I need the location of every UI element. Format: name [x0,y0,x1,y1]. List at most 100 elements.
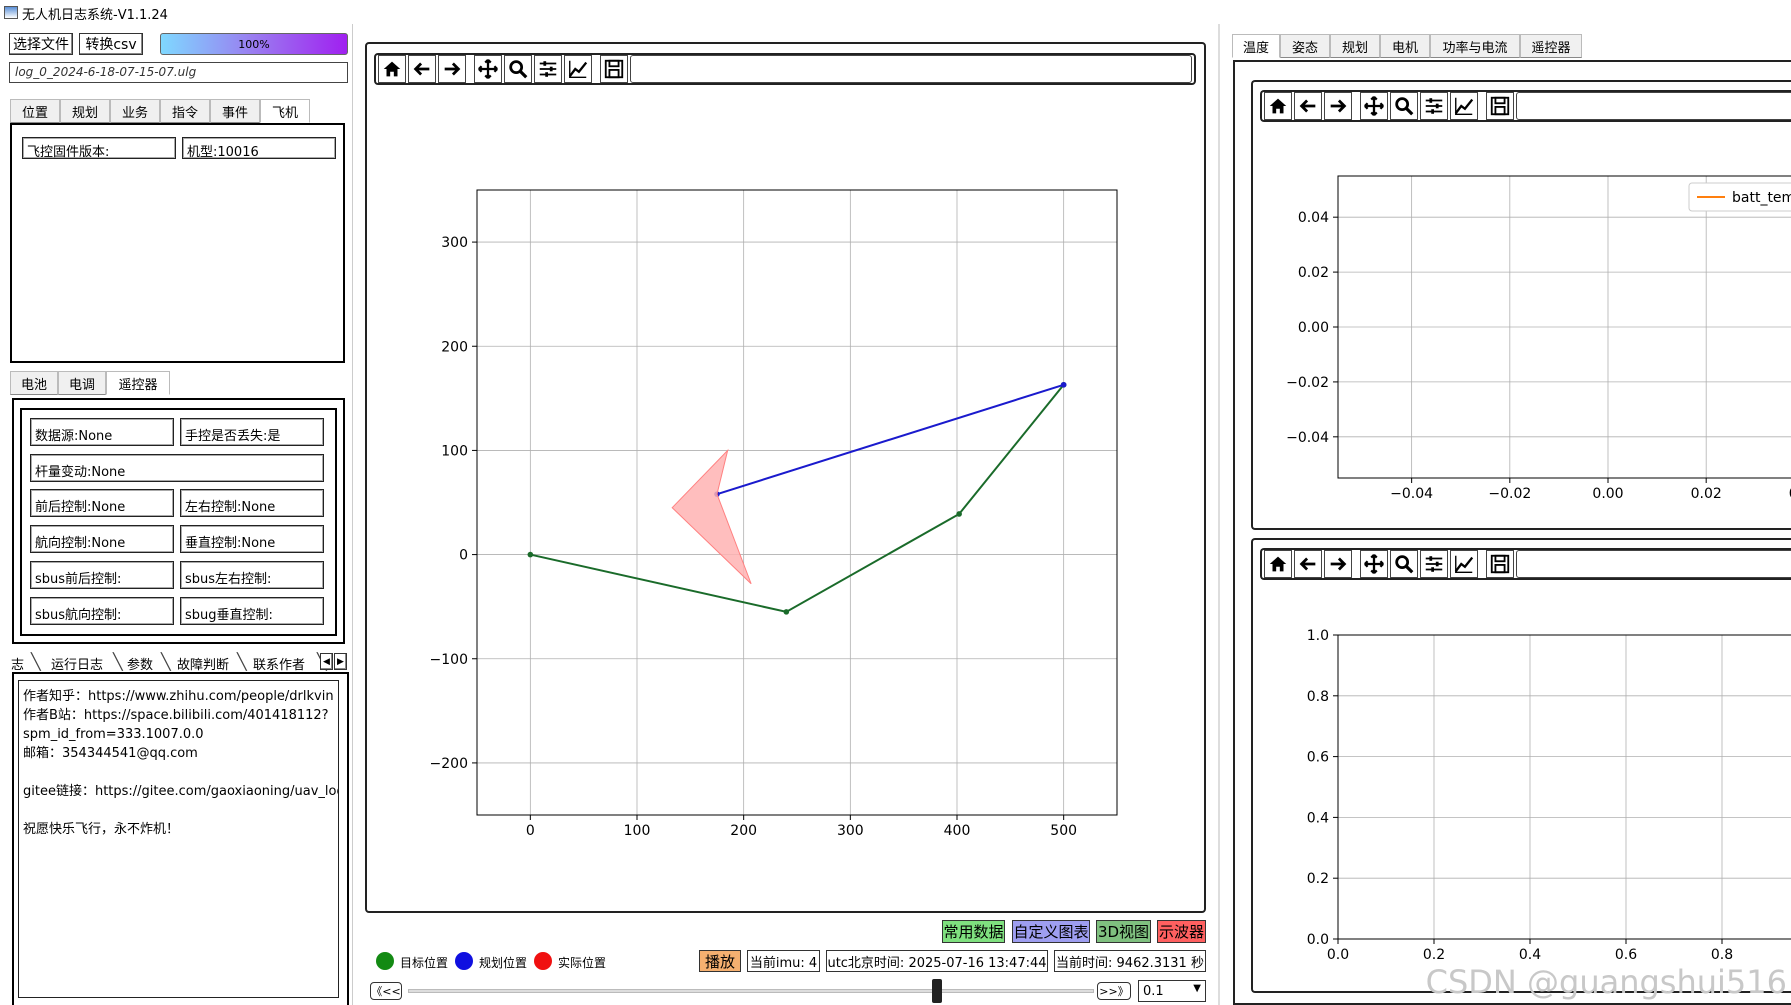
x-tick-label: −0.04 [1390,486,1433,502]
tab-power-current[interactable]: 功率与电流 [1430,34,1520,58]
model-field: 机型:10016 [182,137,336,159]
save-icon[interactable] [1486,92,1514,120]
tab-position[interactable]: 位置 [10,99,60,123]
oscilloscope-button[interactable]: 示波器 [1157,920,1206,943]
pan-icon[interactable] [1360,550,1388,578]
progress-bar: 100% [160,33,348,55]
about-line: 作者B站：https://space.bilibili.com/40141811… [23,708,329,723]
back-arrow-icon[interactable] [1294,550,1322,578]
pan-icon[interactable] [474,55,502,83]
file-path-field[interactable]: log_0_2024-6-18-07-15-07.ulg [9,62,348,83]
rc-yaw-field: 航向控制:None [30,525,174,553]
sbus-yaw-field: sbus航向控制: [30,597,174,625]
temperature-chart[interactable]: −0.04−0.020.000.020.040.040.020.00−0.02−… [1253,125,1791,528]
y-tick-label: 300 [441,235,468,251]
tab-log-partial[interactable]: 志 [11,654,24,673]
forward-arrow-icon[interactable] [1324,550,1352,578]
legend-label: batt_tem [1732,190,1791,206]
x-tick-label: −0.02 [1488,486,1531,502]
y-tick-label: 0.4 [1307,810,1329,826]
tab-plan[interactable]: 规划 [60,99,110,123]
watermark: CSDN @guangshui516 [1425,963,1787,1001]
lower-chart-toolbar [1260,548,1791,580]
toolbar-message-box [1516,550,1791,578]
x-tick-label: 0.8 [1711,947,1733,963]
timeline-handle[interactable] [932,979,942,1003]
app-icon [4,6,18,19]
zoom-icon[interactable] [504,55,532,83]
tab-scroll-right-icon[interactable]: ▶ [334,653,347,670]
save-icon[interactable] [1486,550,1514,578]
zoom-icon[interactable] [1390,550,1418,578]
y-tick-label: 0.6 [1307,750,1329,766]
forward-arrow-icon[interactable] [1324,92,1352,120]
tab-right-rc[interactable]: 遥控器 [1520,34,1582,58]
pan-icon[interactable] [1360,92,1388,120]
tab-separator-icon: ╲ [161,652,171,671]
tab-scroll-left-icon[interactable]: ◀ [320,653,333,670]
window-title: 无人机日志系统-V1.1.24 [22,8,168,23]
tab-esc[interactable]: 电调 [58,371,106,395]
tab-event[interactable]: 事件 [210,99,260,123]
forward-arrow-icon[interactable] [438,55,466,83]
tab-right-plan[interactable]: 规划 [1330,34,1380,58]
tab-command[interactable]: 指令 [160,99,210,123]
select-file-button[interactable]: 选择文件 [9,33,73,55]
3d-view-button[interactable]: 3D视图 [1096,920,1151,943]
splitter[interactable] [1218,24,1220,1005]
splitter[interactable] [352,24,353,1005]
zoom-icon[interactable] [1390,92,1418,120]
timeline-track[interactable] [408,989,1094,993]
x-tick-label: 0.4 [1519,947,1541,963]
home-icon[interactable] [378,55,406,83]
configure-icon[interactable] [1420,550,1448,578]
rc-stick-field: 杆量变动:None [30,454,324,482]
prev-frame-button[interactable]: 《<< [370,982,402,1000]
speed-value: 0.1 [1143,984,1164,999]
y-tick-label: 0 [459,548,468,564]
tab-motor[interactable]: 电机 [1380,34,1430,58]
tab-contact[interactable]: 联系作者 [253,654,305,673]
save-icon[interactable] [600,55,628,83]
next-frame-button[interactable]: >>》 [1097,982,1131,1000]
mid-tabs: 电池 电调 遥控器 [10,371,170,395]
play-button[interactable]: 播放 [699,950,741,972]
tab-temperature[interactable]: 温度 [1232,34,1280,58]
configure-icon[interactable] [534,55,562,83]
y-tick-label: 0.04 [1298,210,1329,226]
edit-curve-icon[interactable] [1450,92,1478,120]
tab-aircraft[interactable]: 飞机 [260,99,310,123]
speed-select[interactable]: 0.1 ▼ [1138,980,1206,1002]
edit-curve-icon[interactable] [1450,550,1478,578]
y-tick-label: −200 [430,756,468,772]
edit-curve-icon[interactable] [564,55,592,83]
convert-csv-button[interactable]: 转换csv [79,33,143,55]
tab-fault[interactable]: 故障判断 [177,654,229,673]
aircraft-panel: 飞控固件版本: 机型:10016 [10,123,345,363]
tab-attitude[interactable]: 姿态 [1280,34,1330,58]
tab-business[interactable]: 业务 [110,99,160,123]
y-tick-label: 0.02 [1298,265,1329,281]
y-tick-label: 1.0 [1307,628,1329,644]
x-tick-label: 100 [624,823,651,839]
tab-rc[interactable]: 遥控器 [106,371,170,395]
rc-throttle-field: 垂直控制:None [180,525,324,553]
back-arrow-icon[interactable] [408,55,436,83]
about-text[interactable]: 作者知乎：https://www.zhihu.com/people/drlkvi… [18,680,339,998]
common-data-button[interactable]: 常用数据 [942,920,1005,943]
sbus-pitch-field: sbus前后控制: [30,561,174,589]
legend-plan-dot [455,952,473,970]
tab-runtime-log[interactable]: 运行日志 [51,654,103,673]
home-icon[interactable] [1264,550,1292,578]
lower-chart[interactable]: 0.0 0.2 0.4 0.6 0.8 0.0 0.2 0.4 0.6 0.8 1.0 [1253,583,1791,991]
back-arrow-icon[interactable] [1294,92,1322,120]
trajectory-chart[interactable]: 0 100 200 300 400 500 −200 −100 0 100 200 300 [367,90,1204,910]
tab-params[interactable]: 参数 [127,654,153,673]
home-icon[interactable] [1264,92,1292,120]
legend-actual-dot [534,952,552,970]
toolbar-message-box [1516,92,1791,120]
y-tick-label: −100 [430,652,468,668]
configure-icon[interactable] [1420,92,1448,120]
custom-chart-button[interactable]: 自定义图表 [1012,920,1090,943]
tab-battery[interactable]: 电池 [10,371,58,395]
